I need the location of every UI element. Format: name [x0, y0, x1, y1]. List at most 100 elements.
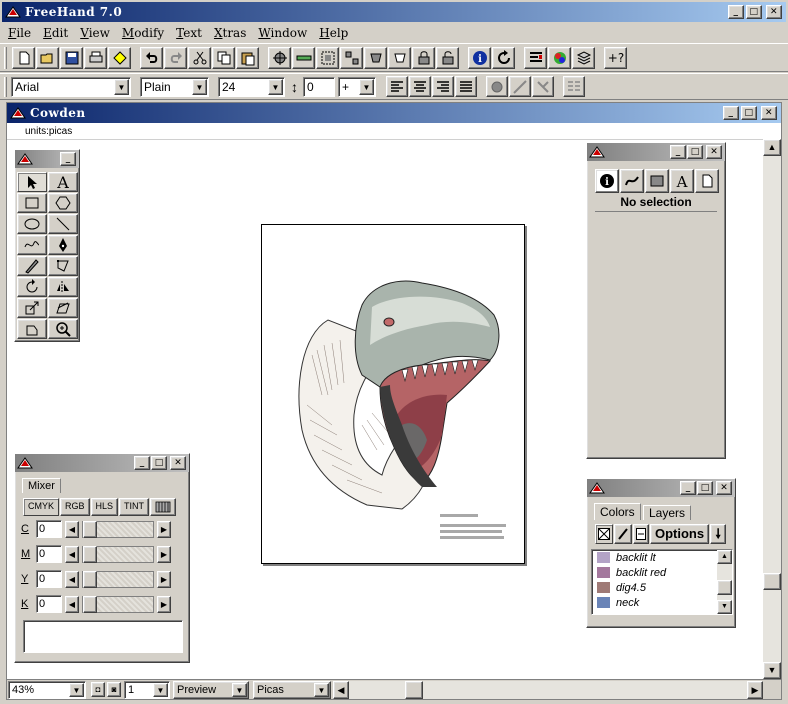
chevron-down-icon[interactable]: ▼	[69, 683, 84, 697]
mixer-value-input[interactable]: 0	[36, 595, 62, 613]
join-button[interactable]	[364, 47, 387, 69]
slider-right-arrow[interactable]: ▶	[157, 595, 171, 613]
horizontal-scrollbar[interactable]: ◀ ▶	[333, 681, 763, 699]
menu-window[interactable]: Window	[252, 26, 313, 40]
save-button[interactable]	[60, 47, 83, 69]
tab-layers[interactable]: Layers	[643, 505, 692, 520]
ungroup-button[interactable]	[340, 47, 363, 69]
unlock-button[interactable]	[436, 47, 459, 69]
mixer-maximize-button[interactable]: □	[151, 456, 167, 470]
columns-button[interactable]	[563, 76, 585, 97]
fill-inspector-tab[interactable]	[645, 169, 669, 193]
color-preview-well[interactable]	[23, 620, 183, 653]
style-dropdown[interactable]: Plain ▼	[140, 77, 209, 97]
doc-minimize-button[interactable]: _	[723, 106, 739, 120]
info-button[interactable]: i	[468, 47, 491, 69]
tab-mixer[interactable]: Mixer	[22, 478, 61, 493]
slider-thumb[interactable]	[83, 595, 97, 613]
slider-left-arrow[interactable]: ◀	[65, 545, 79, 563]
import-button[interactable]	[108, 47, 131, 69]
scroll-left-arrow[interactable]: ◀	[333, 681, 349, 699]
options-button[interactable]: Options	[650, 524, 710, 544]
menu-modify[interactable]: Modify	[116, 26, 170, 40]
tools-minimize-button[interactable]: _	[60, 152, 76, 166]
mixer-close-button[interactable]: ✕	[170, 456, 186, 470]
scroll-up-arrow[interactable]: ▲	[717, 550, 732, 564]
inspector-maximize-button[interactable]: □	[687, 145, 703, 159]
mode-hls-button[interactable]: HLS	[90, 498, 119, 516]
mixer-slider-track[interactable]	[82, 595, 154, 613]
print-button[interactable]	[84, 47, 107, 69]
redo-button[interactable]	[164, 47, 187, 69]
size-dropdown[interactable]: 24 ▼	[218, 77, 285, 97]
mixer-slider-track[interactable]	[82, 570, 154, 588]
scroll-down-arrow[interactable]: ▼	[763, 662, 781, 679]
color-list-item[interactable]: backlit red	[592, 565, 732, 580]
slider-left-arrow[interactable]: ◀	[65, 520, 79, 538]
fill-swatch-icon[interactable]	[595, 524, 613, 544]
color-button[interactable]	[548, 47, 571, 69]
prev-page-button[interactable]: ◘	[91, 682, 105, 697]
menu-xtras[interactable]: Xtras	[208, 26, 252, 40]
chevron-down-icon[interactable]: ▼	[359, 79, 374, 95]
color-list-item[interactable]: backlit lt	[592, 550, 732, 565]
text-tool[interactable]: A	[48, 172, 78, 192]
mixer-value-input[interactable]: 0	[36, 570, 62, 588]
trace-tool[interactable]	[17, 319, 47, 339]
line-tool[interactable]	[48, 214, 78, 234]
chevron-down-icon[interactable]: ▼	[153, 683, 168, 697]
stroke-inspector-tab[interactable]	[620, 169, 644, 193]
slider-thumb[interactable]	[83, 520, 97, 538]
rotate-tool[interactable]	[17, 277, 47, 297]
colors-maximize-button[interactable]: □	[697, 481, 713, 495]
page-dropdown[interactable]: 1 ▼	[124, 681, 170, 699]
font-dropdown[interactable]: Arial ▼	[11, 77, 131, 97]
inspector-close-button[interactable]: ✕	[706, 145, 722, 159]
chevron-down-icon[interactable]: ▼	[268, 79, 283, 95]
mixer-minimize-button[interactable]: _	[134, 456, 150, 470]
polygon-tool[interactable]	[48, 193, 78, 213]
scroll-down-arrow[interactable]: ▼	[717, 600, 732, 614]
mode-rgb-button[interactable]: RGB	[60, 498, 90, 516]
scroll-right-arrow[interactable]: ▶	[747, 681, 763, 699]
skew-tool[interactable]	[48, 298, 78, 318]
both-swatch-icon[interactable]	[633, 524, 649, 544]
units-dropdown[interactable]: Picas ▼	[253, 681, 331, 699]
text-effect-button[interactable]	[486, 76, 508, 97]
pen-tool[interactable]	[48, 235, 78, 255]
chevron-down-icon[interactable]: ▼	[114, 79, 129, 95]
split-button[interactable]	[388, 47, 411, 69]
color-grid-icon[interactable]	[150, 498, 177, 516]
mixer-slider-track[interactable]	[82, 545, 154, 563]
copy-button[interactable]	[212, 47, 235, 69]
menu-view[interactable]: View	[74, 26, 116, 40]
paste-button[interactable]	[236, 47, 259, 69]
minimize-button[interactable]: _	[728, 5, 744, 19]
view-mode-dropdown[interactable]: Preview ▼	[173, 681, 249, 699]
chevron-down-icon[interactable]: ▼	[314, 683, 329, 697]
color-list-scroll-thumb[interactable]	[717, 580, 732, 595]
color-list-item[interactable]: neck	[592, 595, 732, 610]
close-button[interactable]: ✕	[766, 5, 782, 19]
cut-button[interactable]	[188, 47, 211, 69]
color-list-scrollbar[interactable]: ▲ ▼	[717, 550, 732, 614]
dinosaur-illustration[interactable]	[262, 225, 526, 565]
menu-file[interactable]: File	[2, 26, 37, 40]
mixer-slider-track[interactable]	[82, 520, 154, 538]
undo-button[interactable]	[140, 47, 163, 69]
artboard-page[interactable]	[261, 224, 525, 564]
knife-tool[interactable]	[17, 256, 47, 276]
layers-button[interactable]	[572, 47, 595, 69]
inspector-button[interactable]	[268, 47, 291, 69]
help-button[interactable]: +?	[604, 47, 627, 69]
menu-edit[interactable]: Edit	[37, 26, 74, 40]
group-button[interactable]	[316, 47, 339, 69]
align-left-button[interactable]	[386, 76, 408, 97]
scroll-up-arrow[interactable]: ▲	[763, 139, 781, 156]
link-button[interactable]	[292, 47, 315, 69]
next-page-button[interactable]: ◙	[107, 682, 121, 697]
vertical-scrollbar[interactable]: ▲ ▼	[763, 139, 781, 679]
text-inspector-tab[interactable]: A	[670, 169, 694, 193]
mixer-value-input[interactable]: 0	[36, 545, 62, 563]
doc-close-button[interactable]: ✕	[761, 106, 777, 120]
